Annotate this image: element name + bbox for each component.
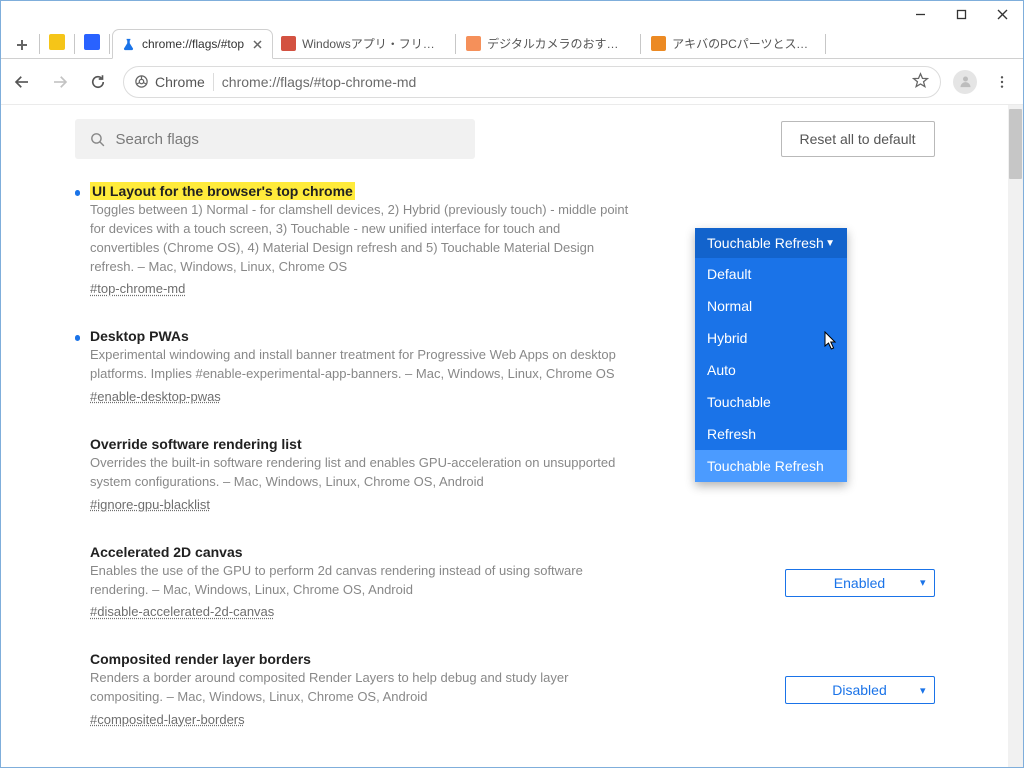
flag-anchor-link[interactable]: #composited-layer-borders [90, 712, 245, 727]
flag-select-option[interactable]: Hybrid [695, 322, 847, 354]
flag-anchor-link[interactable]: #disable-accelerated-2d-canvas [90, 604, 274, 619]
bullet-icon [75, 658, 81, 664]
tab-strip: chrome://flags/#top Windowsアプリ・フリーソフト デジタル… [1, 28, 1023, 59]
toolbar: Chrome chrome://flags/#top-chrome-md [1, 59, 1023, 105]
pinned-tab[interactable] [77, 29, 107, 55]
security-label: Chrome [155, 74, 205, 90]
pinned-tab[interactable] [42, 29, 72, 55]
bookmark-star-icon[interactable] [912, 72, 930, 92]
search-flags-input[interactable]: Search flags [75, 119, 475, 159]
tab-title: Windowsアプリ・フリーソフト [302, 35, 445, 52]
reset-all-button[interactable]: Reset all to default [781, 121, 935, 157]
flag-anchor-link[interactable]: #ignore-gpu-blacklist [90, 497, 210, 512]
tab-title: chrome://flags/#top [142, 37, 244, 51]
scrollbar-thumb[interactable] [1009, 109, 1022, 179]
page-content: Search flags Reset all to default UI Lay… [1, 105, 1008, 767]
tab-title: アキバのPCパーツとスマホの総 [672, 35, 815, 52]
search-icon [89, 131, 106, 148]
favicon-icon [84, 34, 100, 50]
chevron-down-icon: ▼ [825, 238, 835, 249]
flag-select[interactable]: Enabled [785, 569, 935, 597]
favicon-icon [281, 36, 296, 51]
omnibox-divider [213, 73, 214, 91]
favicon-icon [49, 34, 65, 50]
bullet-icon [75, 335, 81, 341]
flag-select-option[interactable]: Auto [695, 354, 847, 386]
flag-description: Toggles between 1) Normal - for clamshel… [90, 201, 630, 276]
flag-description: Overrides the built-in software renderin… [90, 454, 630, 492]
flag-title: UI Layout for the browser's top chrome [90, 182, 355, 200]
bullet-icon [75, 190, 81, 196]
new-tab-button[interactable] [7, 32, 37, 58]
minimize-button[interactable] [900, 1, 941, 28]
tab-active[interactable]: chrome://flags/#top [112, 29, 273, 59]
flag-select-option[interactable]: Normal [695, 290, 847, 322]
close-tab-icon[interactable] [250, 37, 264, 51]
tab-separator [39, 34, 40, 54]
omnibox[interactable]: Chrome chrome://flags/#top-chrome-md [123, 66, 941, 98]
flag-select-option[interactable]: Refresh [695, 418, 847, 450]
flag-description: Renders a border around composited Rende… [90, 669, 630, 707]
url-text: chrome://flags/#top-chrome-md [222, 74, 904, 90]
flag-row: Accelerated 2D canvas Enables the use of … [75, 544, 935, 622]
window-controls [1, 1, 1023, 28]
flag-anchor-link[interactable]: #top-chrome-md [90, 281, 185, 296]
reload-button[interactable] [85, 69, 111, 95]
profile-avatar[interactable] [953, 70, 977, 94]
tab[interactable]: デジタルカメラのおすすめ情報 [458, 28, 638, 58]
favicon-icon [121, 37, 136, 52]
flag-select[interactable]: Disabled [785, 676, 935, 704]
forward-button[interactable] [47, 69, 73, 95]
flag-title: Accelerated 2D canvas [90, 544, 243, 560]
chrome-icon [134, 74, 149, 89]
flag-select-option[interactable]: Default [695, 258, 847, 290]
tab[interactable]: アキバのPCパーツとスマホの総 [643, 28, 823, 58]
tab-title: デジタルカメラのおすすめ情報 [487, 35, 630, 52]
search-placeholder: Search flags [116, 131, 199, 148]
flag-select-open[interactable]: Touchable Refresh▼ DefaultNormalHybridAu… [695, 228, 847, 482]
bullet-icon [75, 443, 81, 449]
tab[interactable]: Windowsアプリ・フリーソフト [273, 28, 453, 58]
scrollbar[interactable] [1008, 105, 1023, 767]
flag-title: Composited render layer borders [90, 651, 311, 667]
flag-select-header[interactable]: Touchable Refresh▼ [695, 228, 847, 258]
browser-window: chrome://flags/#top Windowsアプリ・フリーソフト デジタル… [0, 0, 1024, 768]
flag-select-option[interactable]: Touchable [695, 386, 847, 418]
favicon-icon [651, 36, 666, 51]
security-chip: Chrome [134, 74, 205, 90]
flag-title: Override software rendering list [90, 436, 302, 452]
flag-description: Experimental windowing and install banne… [90, 346, 630, 384]
maximize-button[interactable] [941, 1, 982, 28]
back-button[interactable] [9, 69, 35, 95]
flag-description: Enables the use of the GPU to perform 2d… [90, 562, 630, 600]
flag-row: Composited render layer borders Renders a… [75, 651, 935, 729]
bullet-icon [75, 551, 81, 557]
close-window-button[interactable] [982, 1, 1023, 28]
flag-select-option[interactable]: Touchable Refresh [695, 450, 847, 482]
flag-anchor-link[interactable]: #enable-desktop-pwas [90, 389, 221, 404]
flag-title: Desktop PWAs [90, 328, 189, 344]
menu-button[interactable] [989, 69, 1015, 95]
content-area: Search flags Reset all to default UI Lay… [1, 105, 1023, 767]
favicon-icon [466, 36, 481, 51]
